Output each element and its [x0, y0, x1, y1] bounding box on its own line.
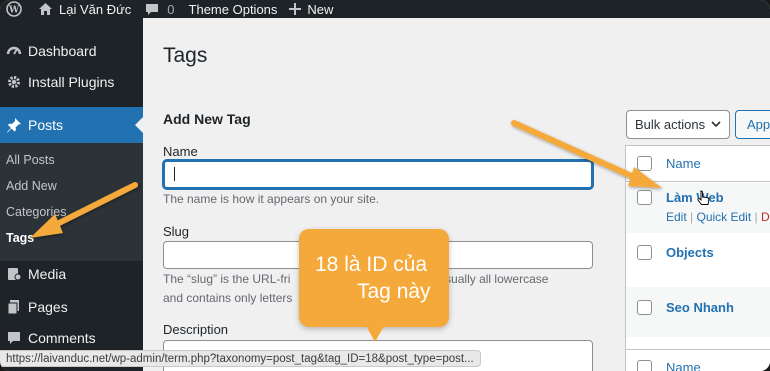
- annotation-callout: 18 là ID của Tag này: [299, 229, 449, 327]
- submenu-item-tags[interactable]: Tags: [6, 231, 34, 245]
- posts-submenu: All Posts Add New Categories Tags: [0, 143, 143, 261]
- comments-link[interactable]: 0: [137, 0, 180, 18]
- sidebar-label-dashboard: Dashboard: [28, 43, 97, 59]
- text-caret: [174, 167, 175, 181]
- column-name-header[interactable]: Name: [666, 156, 701, 171]
- table-row: Seo Nhanh: [626, 287, 770, 337]
- sidebar-item-dashboard[interactable]: Dashboard: [0, 40, 143, 62]
- callout-tail: [366, 326, 384, 342]
- plus-icon: [289, 3, 302, 15]
- home-icon: [39, 3, 52, 15]
- table-header: Name: [626, 146, 770, 182]
- hand-cursor-icon: [697, 190, 710, 205]
- sidebar-label-pages: Pages: [28, 299, 68, 315]
- add-new-tag-heading: Add New Tag: [163, 111, 251, 127]
- media-icon: [8, 268, 22, 281]
- bulk-actions-select[interactable]: Bulk actions: [626, 110, 730, 139]
- wordpress-logo-icon: W: [6, 1, 22, 17]
- gear-icon: [8, 76, 20, 88]
- admin-sidebar: Dashboard Install Plugins Posts All Post…: [0, 18, 144, 371]
- slug-help-text-line2: and contains only letters: [163, 291, 293, 305]
- row-checkbox[interactable]: [637, 300, 652, 315]
- name-help-text: The name is how it appears on your site.: [163, 192, 380, 206]
- submenu-item-categories[interactable]: Categories: [6, 205, 66, 219]
- sidebar-label-comments: Comments: [28, 330, 96, 346]
- site-name-label: Lại Văn Đức: [59, 1, 132, 17]
- svg-text:W: W: [8, 6, 20, 16]
- theme-options-link[interactable]: Theme Options: [181, 0, 284, 18]
- sidebar-label-install-plugins: Install Plugins: [28, 74, 115, 90]
- select-all-checkbox[interactable]: [637, 156, 652, 171]
- row-tag-name[interactable]: Seo Nhanh: [666, 300, 734, 315]
- apply-button[interactable]: Apply: [735, 110, 770, 139]
- table-row: Objects: [626, 234, 770, 284]
- main-content: Tags Add New Tag Name The name is how it…: [143, 18, 770, 371]
- browser-frame: W Lại Văn Đức 0 Theme Options New Dashbo…: [0, 0, 770, 371]
- sidebar-label-media: Media: [28, 266, 67, 282]
- browser-status-bar: https://laivanduc.net/wp-admin/term.php?…: [0, 350, 481, 367]
- site-name-link[interactable]: Lại Văn Đức: [28, 0, 137, 18]
- dashboard-gauge-icon: [6, 46, 22, 55]
- new-content-link[interactable]: New: [283, 0, 339, 18]
- theme-options-label: Theme Options: [188, 1, 278, 17]
- comments-count: 0: [167, 1, 175, 17]
- wordpress-logo-button[interactable]: W: [0, 0, 28, 18]
- slug-label: Slug: [163, 224, 190, 239]
- row-actions: Edit | Quick Edit | D: [666, 210, 770, 224]
- row-tag-name[interactable]: Làm Web: [666, 190, 724, 205]
- delete-link-truncated[interactable]: D: [761, 210, 770, 224]
- sidebar-item-install-plugins[interactable]: Install Plugins: [0, 71, 143, 93]
- sidebar-label-posts: Posts: [28, 117, 64, 133]
- row-checkbox[interactable]: [637, 245, 652, 260]
- row-checkbox[interactable]: [637, 190, 652, 205]
- sidebar-item-pages[interactable]: Pages: [0, 296, 143, 318]
- tags-table: Name Làm Web Edit | Quick Edit | D Objec…: [625, 145, 770, 371]
- bulk-actions-label: Bulk actions: [635, 117, 706, 132]
- comment-bubble-icon: [146, 3, 159, 15]
- pages-icon: [7, 300, 19, 315]
- description-label: Description: [163, 322, 229, 337]
- callout-line2: Tag này: [357, 280, 431, 303]
- submenu-item-all-posts[interactable]: All Posts: [6, 153, 55, 167]
- sidebar-item-media[interactable]: Media: [0, 263, 143, 285]
- slug-help-part-a: The “slug” is the URL-fri: [163, 272, 291, 286]
- status-url: https://laivanduc.net/wp-admin/term.php?…: [6, 352, 474, 365]
- column-name-footer[interactable]: Name: [666, 360, 701, 371]
- row-tag-name[interactable]: Objects: [666, 245, 714, 260]
- chevron-down-icon: [711, 121, 721, 128]
- admin-bar: W Lại Văn Đức 0 Theme Options New: [0, 0, 770, 18]
- select-all-checkbox-footer[interactable]: [637, 360, 652, 371]
- name-label: Name: [163, 144, 198, 159]
- submenu-item-add-new[interactable]: Add New: [6, 179, 57, 193]
- new-label: New: [307, 1, 334, 17]
- callout-line1: 18 là ID của: [315, 253, 428, 276]
- sidebar-item-posts[interactable]: Posts: [0, 107, 143, 143]
- pushpin-icon: [7, 118, 21, 133]
- edit-link[interactable]: Edit: [666, 210, 687, 224]
- apply-label: Apply: [747, 117, 770, 132]
- name-input[interactable]: [163, 160, 593, 189]
- comments-icon: [8, 332, 20, 344]
- table-footer: Name: [626, 349, 770, 371]
- quick-edit-link[interactable]: Quick Edit: [696, 210, 751, 224]
- page-title: Tags: [163, 44, 208, 67]
- sidebar-item-comments[interactable]: Comments: [0, 327, 143, 349]
